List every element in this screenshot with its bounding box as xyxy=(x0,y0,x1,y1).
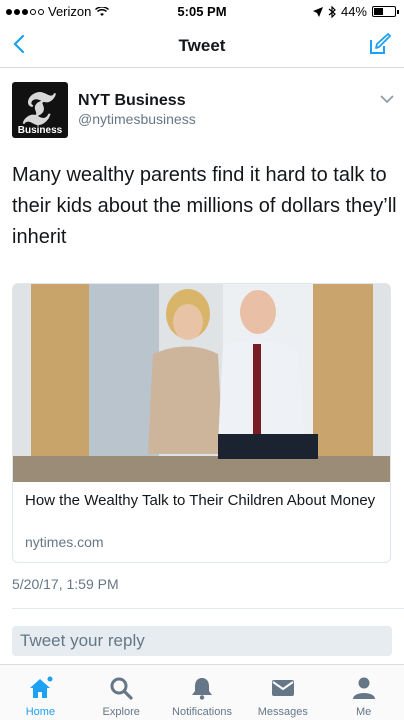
tab-label-explore: Explore xyxy=(102,706,140,718)
link-card[interactable]: How the Wealthy Talk to Their Children A… xyxy=(12,283,391,563)
tweet-text: Many wealthy parents find it hard to tal… xyxy=(12,164,397,248)
tab-home[interactable]: Home xyxy=(0,665,81,720)
tab-label-home: Home xyxy=(25,706,56,718)
battery-icon xyxy=(372,6,399,17)
location-arrow-icon xyxy=(312,6,323,17)
tab-bar: Home Explore Notifications Messages Me xyxy=(0,664,404,720)
tweet-timestamp: 5/20/17, 1:59 PM xyxy=(12,576,119,592)
person-icon xyxy=(352,677,375,699)
page-title: Tweet xyxy=(178,36,226,55)
reply-input[interactable]: Tweet your reply xyxy=(12,626,392,656)
chevron-down-icon[interactable] xyxy=(380,94,394,104)
bluetooth-icon xyxy=(328,5,336,18)
author-name[interactable]: NYT Business xyxy=(78,92,186,110)
card-image[interactable] xyxy=(13,284,391,482)
divider xyxy=(12,608,404,609)
reply-bar: Tweet your reply xyxy=(0,614,404,664)
tab-explore[interactable]: Explore xyxy=(81,665,162,720)
tab-messages[interactable]: Messages xyxy=(242,665,323,720)
card-title[interactable]: How the Wealthy Talk to Their Children A… xyxy=(25,490,380,511)
author-handle[interactable]: @nytimesbusiness xyxy=(78,111,196,127)
tab-label-messages: Messages xyxy=(257,706,308,718)
search-icon xyxy=(110,677,133,700)
avatar[interactable]: 𝕿 Business xyxy=(12,82,68,138)
envelope-icon xyxy=(271,680,294,696)
card-domain: nytimes.com xyxy=(25,534,104,550)
tab-label-notifications: Notifications xyxy=(172,706,232,718)
tab-me[interactable]: Me xyxy=(323,665,404,720)
nav-bar: Tweet xyxy=(0,22,404,68)
avatar-label: Business xyxy=(17,125,63,136)
home-icon xyxy=(30,676,53,698)
tab-label-me: Me xyxy=(355,706,372,718)
battery-percent: 44% xyxy=(340,4,367,19)
bell-icon xyxy=(191,678,212,700)
battery-level xyxy=(374,8,383,15)
status-right: 44% xyxy=(312,4,399,19)
compose-icon[interactable] xyxy=(368,32,392,56)
status-bar: Verizon 5:05 PM 44% xyxy=(0,0,404,22)
tab-notifications[interactable]: Notifications xyxy=(162,665,243,720)
